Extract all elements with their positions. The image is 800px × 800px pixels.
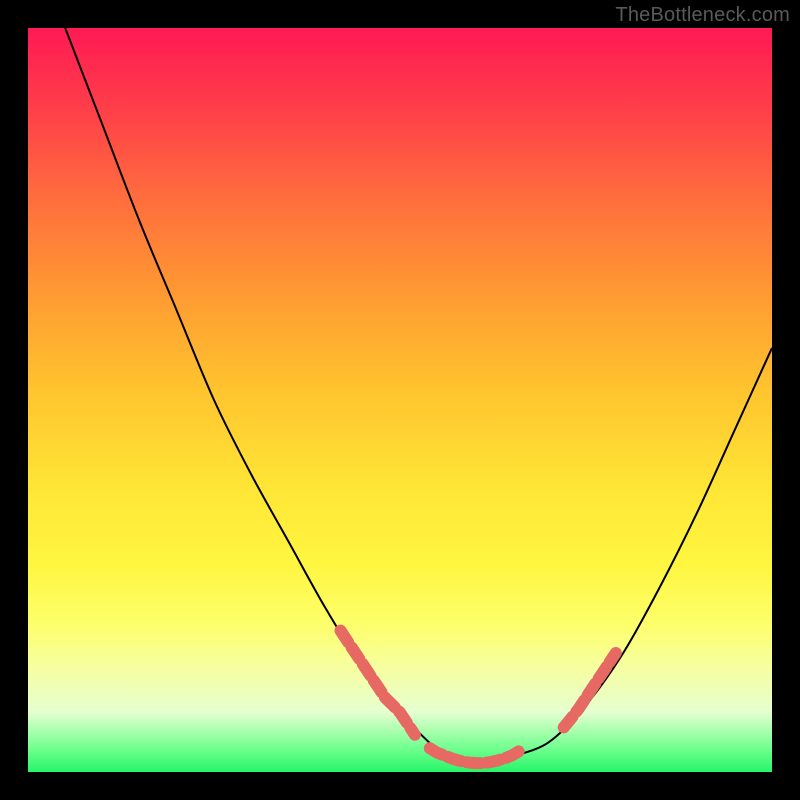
bottleneck-curve-svg (28, 28, 772, 772)
chart-plot-area (28, 28, 772, 772)
bottleneck-curve-path (65, 28, 772, 766)
marker-cluster (564, 653, 616, 727)
watermark-text: TheBottleneck.com (615, 4, 790, 27)
marker-cluster (430, 748, 519, 763)
marker-group (341, 631, 616, 764)
curve-group (65, 28, 772, 766)
marker-cluster (341, 631, 415, 735)
